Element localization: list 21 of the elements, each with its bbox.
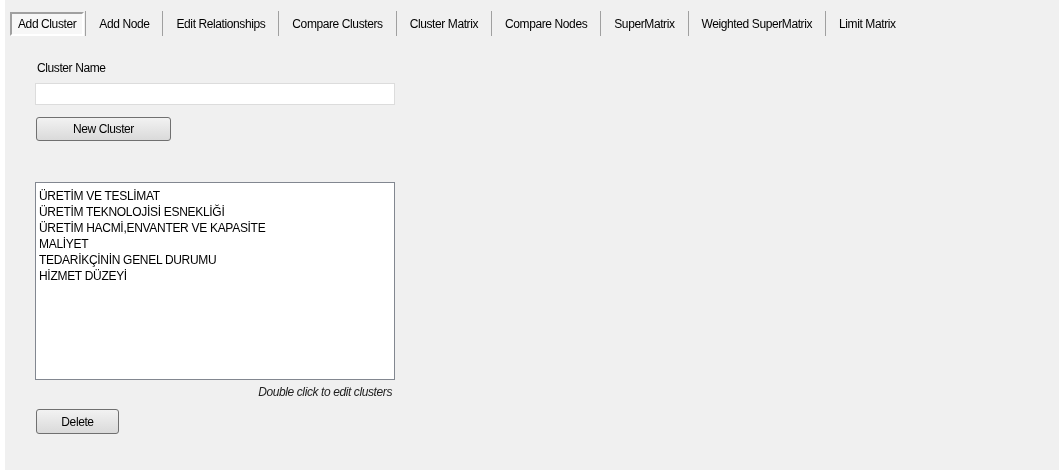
list-item[interactable]: HİZMET DÜZEYİ — [39, 268, 394, 284]
new-cluster-button[interactable]: New Cluster — [36, 117, 171, 141]
list-item[interactable]: MALİYET — [39, 236, 394, 252]
cluster-name-field[interactable] — [35, 83, 395, 105]
field-label: Cluster Name — [36, 61, 107, 75]
list-item[interactable]: ÜRETİM VE TESLİMAT — [39, 188, 394, 204]
tab[interactable]: Weighted SuperMatrix — [689, 11, 825, 36]
list-item[interactable]: ÜRETİM HACMİ,ENVANTER VE KAPASİTE — [39, 220, 394, 236]
tab[interactable]: Cluster Matrix — [397, 11, 491, 36]
tab[interactable]: Edit Relationships — [164, 11, 278, 36]
tab[interactable]: SuperMatrix — [602, 11, 687, 36]
tab[interactable]: Compare Nodes — [493, 11, 600, 36]
list-item[interactable]: TEDARİKÇİNİN GENEL DURUMU — [39, 252, 394, 268]
hint-text: Double click to edit clusters — [258, 385, 392, 399]
tab[interactable]: Add Node — [87, 11, 162, 36]
cluster-list[interactable]: ÜRETİM VE TESLİMAT ÜRETİM TEKNOLOJİSİ ESNEKLİĞİ ÜRETİM HACMİ,ENVANTER VE KAPASİTE MALİYET TEDARİKÇİNİN GENEL DURUMU HİZMET DÜZEYİ — [35, 182, 395, 380]
tab[interactable]: Limit Matrix — [827, 11, 908, 36]
list-item[interactable]: ÜRETİM TEKNOLOJİSİ ESNEKLİĞİ — [39, 204, 394, 220]
delete-button[interactable]: Delete — [36, 409, 119, 434]
tab[interactable]: Compare Clusters — [280, 11, 395, 36]
tab[interactable]: Add Cluster — [10, 11, 85, 36]
